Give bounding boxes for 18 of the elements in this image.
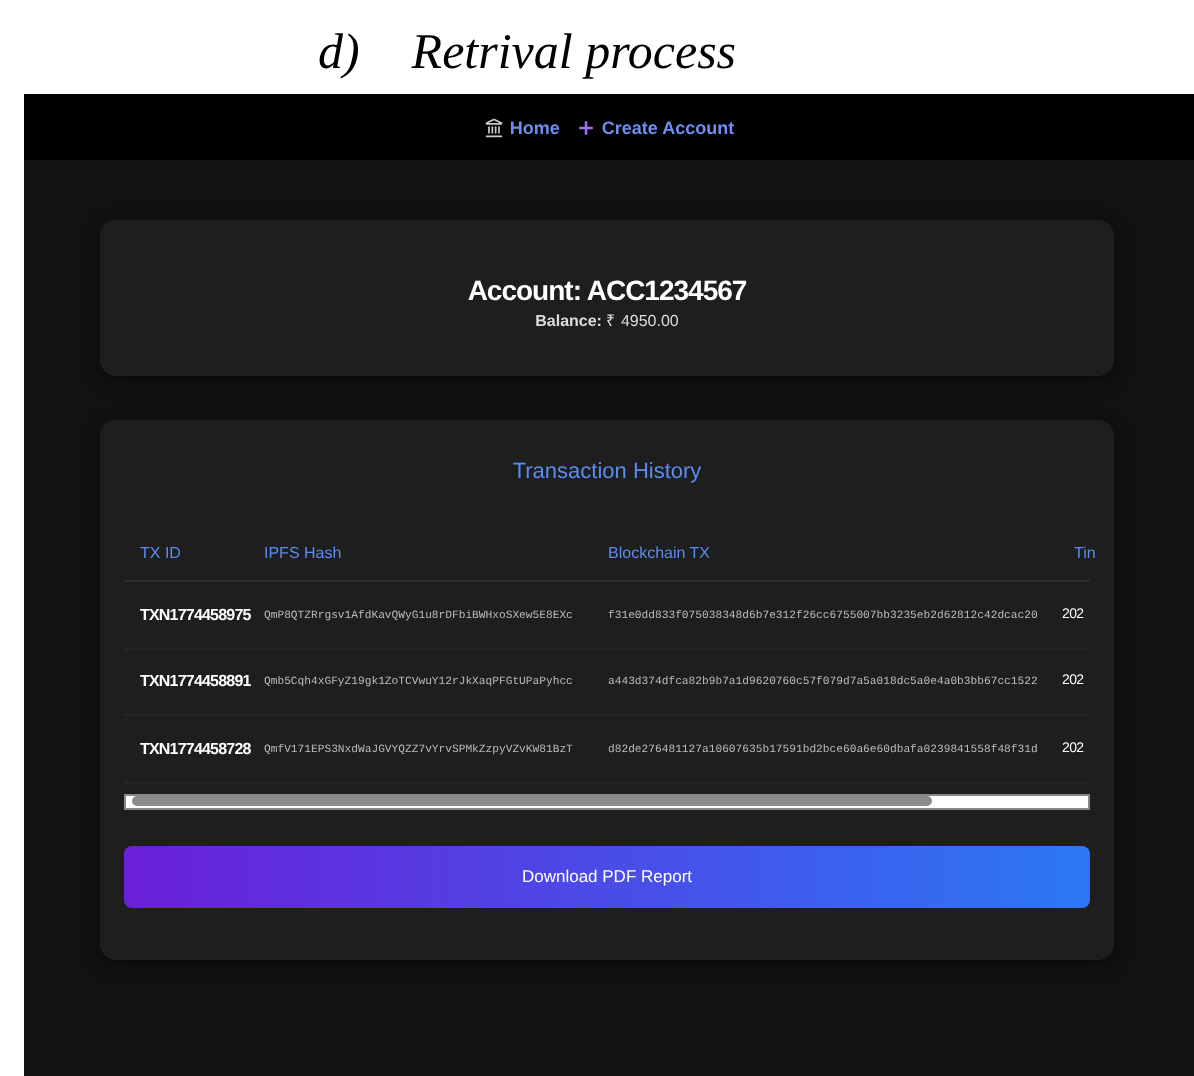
account-title: Account: ACC1234567 [467, 274, 747, 306]
balance-text: Balance: ₹ 4950.00 [535, 310, 679, 330]
caption-title: Retrival process [411, 25, 737, 81]
column-header: IPFS Hash [248, 544, 592, 582]
table-cell: TXN1774458891 [124, 649, 248, 716]
caption-label: d) [317, 25, 360, 81]
history-title: Transaction History [512, 460, 702, 484]
column-header: TX ID [124, 544, 248, 582]
nav-link[interactable]: Home [483, 117, 560, 137]
table-cell: TXN1774458975 [124, 582, 248, 649]
table-cell: TXN1774458728 [124, 716, 248, 783]
nav-link[interactable]: Create Account [575, 117, 735, 137]
download-button[interactable]: Download PDF Report [124, 845, 1090, 907]
plus-icon [575, 117, 596, 137]
column-header: Tin [1058, 544, 1090, 582]
bank-icon [483, 117, 504, 137]
column-header: Blockchain TX [592, 544, 1058, 582]
horizontal-scrollbar[interactable] [124, 793, 1090, 809]
